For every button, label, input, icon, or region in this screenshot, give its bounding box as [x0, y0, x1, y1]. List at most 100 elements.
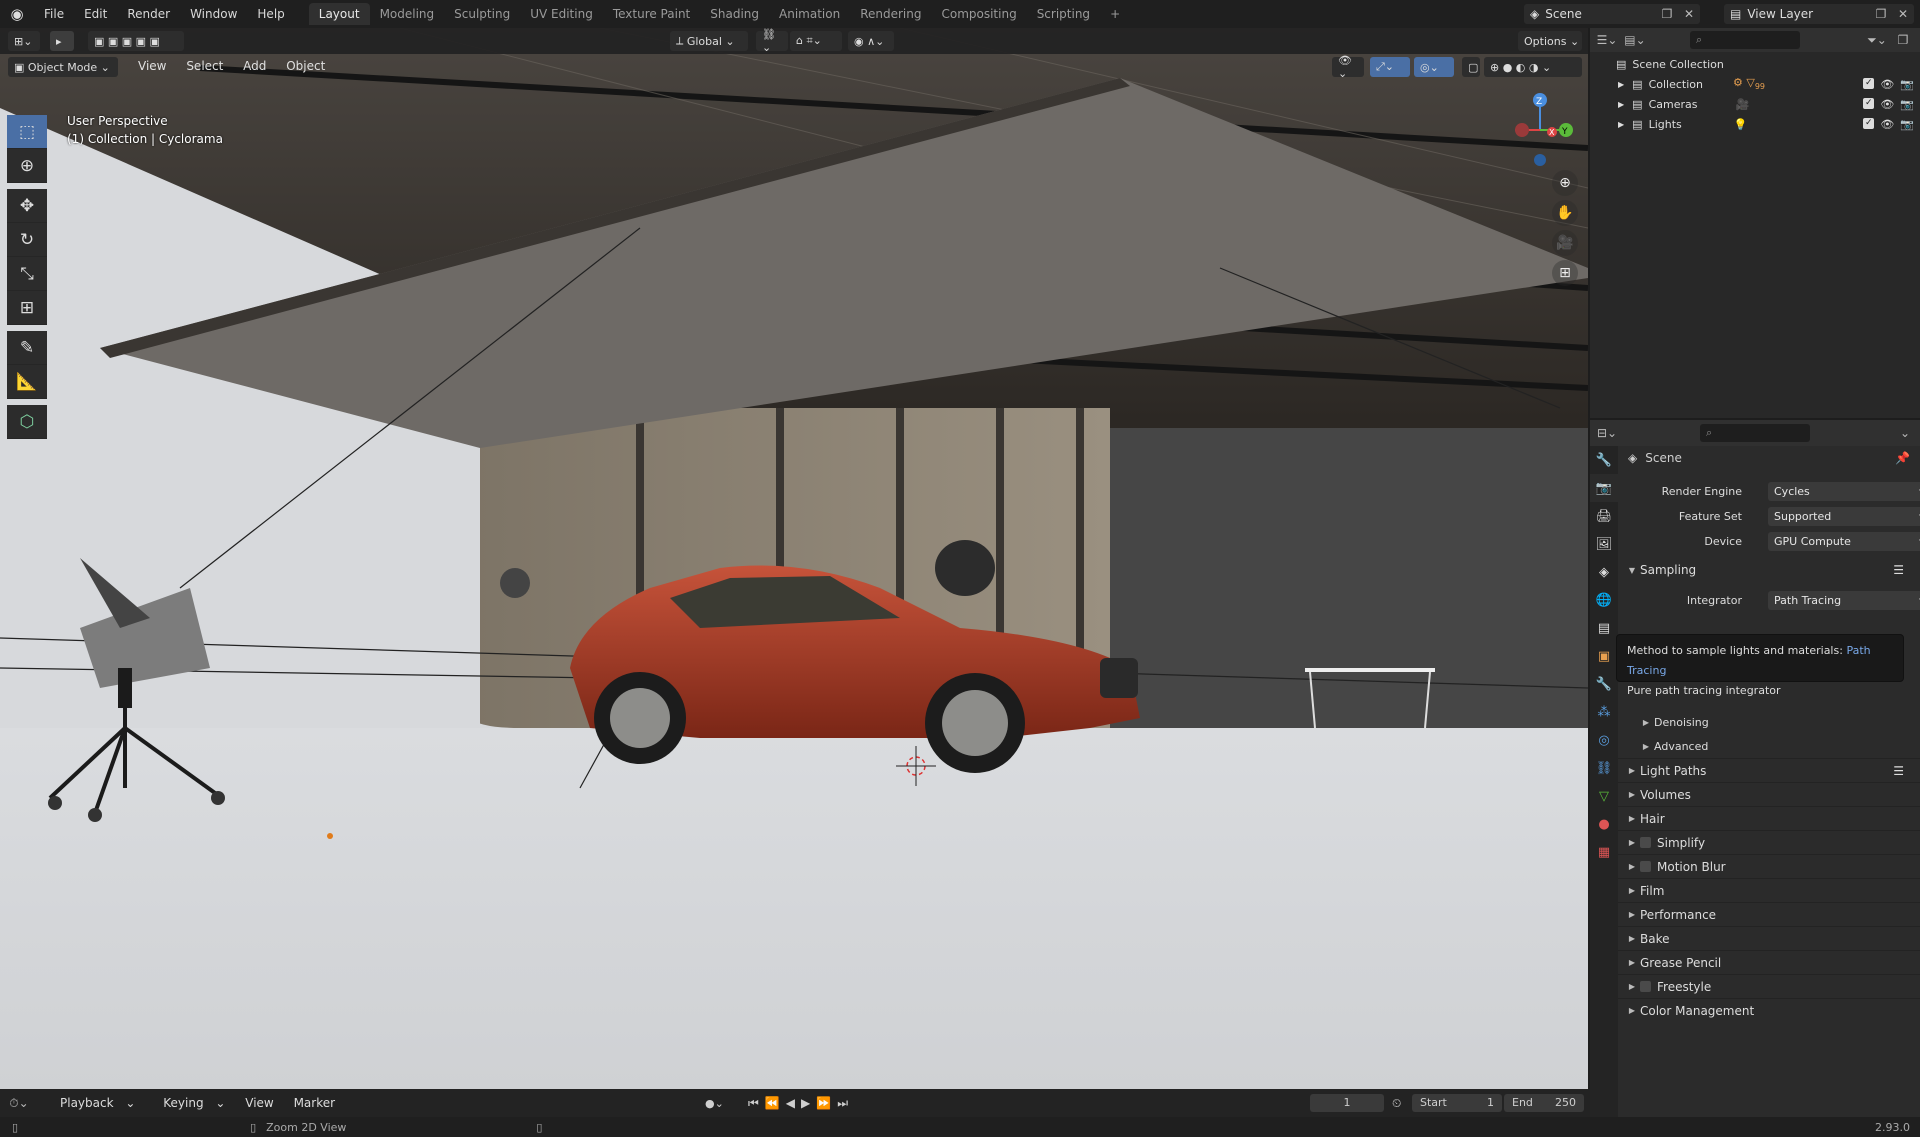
menu-playback[interactable]: Playback ⌄ — [44, 1096, 143, 1110]
tab-animation[interactable]: Animation — [769, 3, 850, 25]
overlay-toggle-icon[interactable]: ◎⌄ — [1414, 57, 1454, 77]
menu-edit[interactable]: Edit — [74, 0, 117, 28]
3d-viewport[interactable]: ⊞⌄ ▸ ▣ ▣ ▣ ▣ ▣ ⟂ Global ⌄ ⛓⌄ ⌂ ⌗⌄ ◉ ∧⌄ O… — [0, 28, 1588, 1089]
properties-search-input[interactable]: ⌕ — [1700, 424, 1810, 442]
select-box-icon[interactable]: ⬚ — [7, 115, 47, 149]
panel-film[interactable]: ▶ Film — [1618, 878, 1920, 902]
add-workspace-icon[interactable]: + — [1100, 3, 1130, 25]
panel-sampling[interactable]: ▼ Sampling ☰ — [1618, 558, 1920, 582]
texture-tab-icon[interactable]: ▦ — [1590, 838, 1618, 866]
delete-view-layer-icon[interactable]: ✕ — [1892, 4, 1914, 24]
tab-compositing[interactable]: Compositing — [931, 3, 1026, 25]
shading-mode-icons[interactable]: ⊕ ● ◐ ◑ ⌄ — [1484, 57, 1582, 77]
tab-sculpting[interactable]: Sculpting — [444, 3, 520, 25]
new-collection-icon[interactable]: ❐ — [1892, 30, 1914, 50]
tab-rendering[interactable]: Rendering — [850, 3, 931, 25]
delete-scene-icon[interactable]: ✕ — [1678, 4, 1700, 24]
constraints-tab-icon[interactable]: ⛓ — [1590, 754, 1618, 782]
timeline-editor-icon[interactable]: ⏱⌄ — [8, 1093, 30, 1113]
output-tab-icon[interactable]: 🖨 — [1590, 502, 1618, 530]
integrator-dropdown[interactable]: Path Tracing — [1768, 588, 1920, 610]
menu-help[interactable]: Help — [247, 0, 294, 28]
navigation-gizmo[interactable]: Z Y X — [1500, 88, 1580, 178]
world-tab-icon[interactable]: 🌐 — [1590, 586, 1618, 614]
panel-simplify[interactable]: ▶ Simplify — [1618, 830, 1920, 854]
data-tab-icon[interactable]: ▽ — [1590, 782, 1618, 810]
panel-volumes[interactable]: ▶ Volumes — [1618, 782, 1920, 806]
blender-logo-icon[interactable]: ◉ — [0, 0, 34, 28]
camera-view-icon[interactable]: 🎥 — [1552, 230, 1578, 256]
collection-tab-icon[interactable]: ▤ — [1590, 614, 1618, 642]
visibility-icon[interactable]: 👁⌄ — [1332, 54, 1364, 80]
panel-color-management[interactable]: ▶ Color Management — [1618, 998, 1920, 1022]
transform-orientation[interactable]: ⟂ Global ⌄ — [670, 31, 748, 51]
transform-icon[interactable]: ⊞ — [7, 291, 47, 325]
eye-icon[interactable]: 👁 — [1880, 78, 1894, 91]
view-layer-selector[interactable]: ▤ View Layer ❐ ✕ — [1724, 4, 1914, 24]
subpanel-advanced[interactable]: ▶ Advanced — [1618, 734, 1920, 758]
object-tab-icon[interactable]: ▣ — [1590, 642, 1618, 670]
exclude-checkbox[interactable]: ✓ — [1863, 97, 1875, 109]
menu-timeline-view[interactable]: View — [237, 1096, 281, 1110]
expand-arrow-icon[interactable]: ▶ — [1618, 80, 1624, 89]
exclude-checkbox[interactable]: ✓ — [1863, 77, 1875, 89]
pivot-icon[interactable]: ⛓⌄ — [756, 28, 788, 54]
end-frame-field[interactable]: End 250 — [1504, 1094, 1584, 1112]
record-icon[interactable]: ●⌄ — [705, 1097, 724, 1110]
menu-keying[interactable]: Keying ⌄ — [147, 1096, 233, 1110]
start-frame-field[interactable]: Start 1 — [1412, 1094, 1502, 1112]
measure-icon[interactable]: 📐 — [7, 365, 47, 399]
tab-scripting[interactable]: Scripting — [1027, 3, 1100, 25]
annotate-icon[interactable]: ✎ — [7, 331, 47, 365]
panel-freestyle[interactable]: ▶ Freestyle — [1618, 974, 1920, 998]
outliner-search-input[interactable]: ⌕ — [1690, 31, 1800, 49]
next-keyframe-icon[interactable]: ⏩ — [816, 1096, 837, 1110]
simplify-checkbox[interactable] — [1640, 837, 1651, 848]
zoom-icon[interactable]: ⊕ — [1552, 170, 1578, 196]
freestyle-checkbox[interactable] — [1640, 981, 1651, 992]
panel-hair[interactable]: ▶ Hair — [1618, 806, 1920, 830]
presets-list-icon[interactable]: ☰ — [1893, 563, 1904, 577]
tab-texture-paint[interactable]: Texture Paint — [603, 3, 700, 25]
scene-selector[interactable]: ◈ Scene ❐ ✕ — [1524, 4, 1700, 24]
eye-icon[interactable]: 👁 — [1880, 118, 1894, 131]
expand-arrow-icon[interactable]: ▶ — [1618, 120, 1624, 129]
menu-marker[interactable]: Marker — [286, 1096, 343, 1110]
tool-tab-icon[interactable]: 🔧 — [1590, 446, 1618, 474]
filter-icon[interactable]: ⏷⌄ — [1866, 30, 1888, 50]
new-scene-icon[interactable]: ❐ — [1656, 4, 1678, 24]
preview-range-icon[interactable]: ⏲ — [1392, 1096, 1401, 1111]
physics-tab-icon[interactable]: ◎ — [1590, 726, 1618, 754]
outliner-row-collection[interactable]: ▶ ▤ Collection ⚙ ▽99 ✓ 👁 📷 — [1590, 74, 1920, 94]
scene-tab-icon[interactable]: ◈ — [1590, 558, 1618, 586]
modifier-tab-icon[interactable]: 🔧 — [1590, 670, 1618, 698]
pan-hand-icon[interactable]: ✋ — [1552, 200, 1578, 226]
menu-view[interactable]: View — [130, 59, 174, 73]
proportional-edit-icon[interactable]: ◉ ∧⌄ — [848, 31, 894, 51]
xray-icon[interactable]: ▢ — [1462, 57, 1480, 77]
feature-set-dropdown[interactable]: Supported — [1768, 504, 1920, 526]
mode-selector[interactable]: ▣ Object Mode ⌄ — [8, 57, 118, 77]
eye-icon[interactable]: 👁 — [1880, 98, 1894, 111]
menu-select[interactable]: Select — [178, 59, 231, 73]
current-frame-field[interactable]: 1 — [1310, 1094, 1384, 1112]
display-mode-icon[interactable]: ▤⌄ — [1624, 30, 1646, 50]
panel-motion-blur[interactable]: ▶ Motion Blur — [1618, 854, 1920, 878]
render-tab-icon[interactable]: 📷 — [1590, 474, 1618, 502]
panel-grease-pencil[interactable]: ▶ Grease Pencil — [1618, 950, 1920, 974]
jump-end-icon[interactable]: ⏭ — [837, 1096, 854, 1110]
particles-tab-icon[interactable]: ⁂ — [1590, 698, 1618, 726]
render-engine-dropdown[interactable]: Cycles — [1768, 479, 1920, 501]
render-camera-icon[interactable]: 📷 — [1900, 98, 1914, 111]
exclude-checkbox[interactable]: ✓ — [1863, 117, 1875, 129]
options-dropdown[interactable]: Options ⌄ — [1518, 31, 1582, 51]
view-layer-tab-icon[interactable]: 🖼 — [1590, 530, 1618, 558]
render-camera-icon[interactable]: 📷 — [1900, 78, 1914, 91]
tab-layout[interactable]: Layout — [308, 3, 370, 25]
tab-uv-editing[interactable]: UV Editing — [520, 3, 603, 25]
panel-performance[interactable]: ▶ Performance — [1618, 902, 1920, 926]
scale-icon[interactable]: ⤡ — [7, 257, 47, 291]
rotate-icon[interactable]: ↻ — [7, 223, 47, 257]
outliner-row-lights[interactable]: ▶ ▤ Lights 💡 ✓ 👁 📷 — [1590, 114, 1920, 134]
device-dropdown[interactable]: GPU Compute — [1768, 529, 1920, 551]
